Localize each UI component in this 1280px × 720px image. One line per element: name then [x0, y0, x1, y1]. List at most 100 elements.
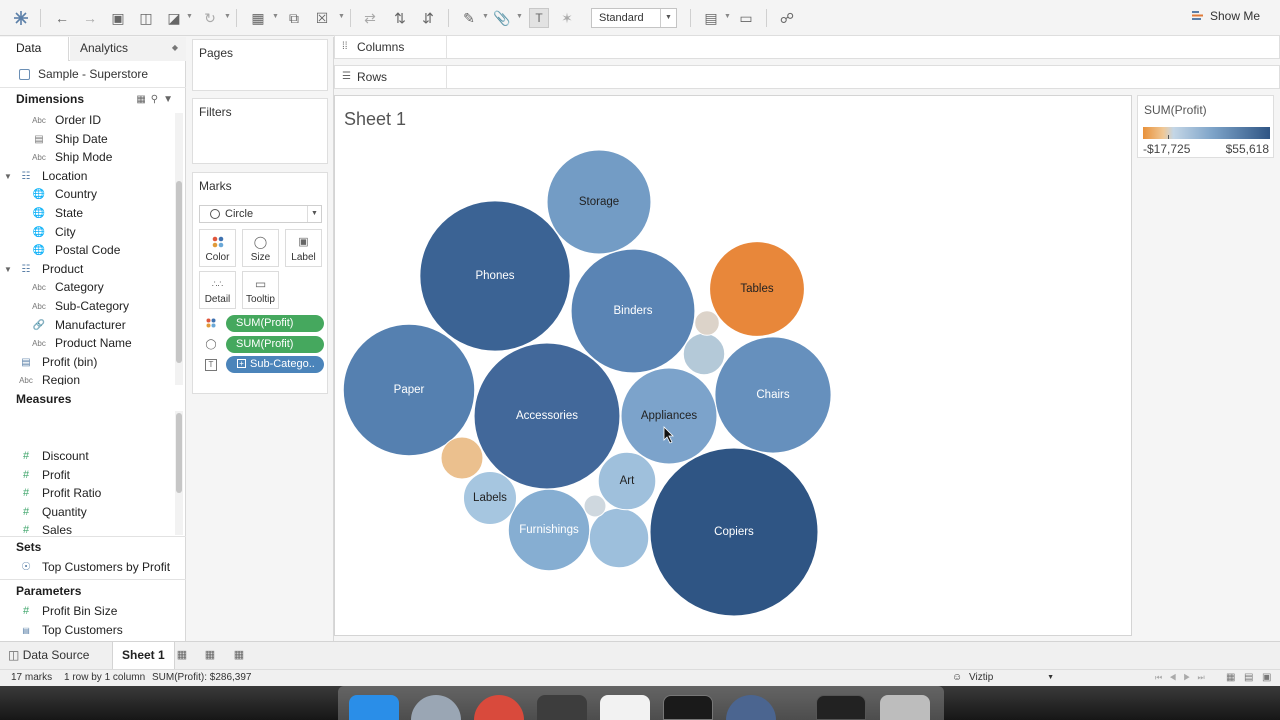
sort-ascending-icon[interactable]: ⇅	[390, 8, 410, 28]
rows-shelf[interactable]: ☰ Rows	[334, 65, 1280, 89]
worksheet-canvas[interactable]: Sheet 1 Copiers Phones Accessories Paper Bin…	[334, 95, 1132, 636]
measure-field[interactable]: # Quantity	[0, 503, 172, 522]
dimension-field[interactable]: 🌐 City	[0, 223, 172, 242]
new-story-icon[interactable]: ▦	[232, 648, 246, 662]
tableau-app-icon[interactable]	[600, 695, 650, 720]
dimensions-scrollbar[interactable]	[175, 113, 183, 385]
dimension-field[interactable]: ▼ ☷ Location	[0, 167, 172, 186]
sort-descending-icon[interactable]: ⇵	[418, 8, 438, 28]
detail-label: Detail	[204, 294, 231, 305]
chevron-down-icon[interactable]: ▼	[516, 13, 523, 20]
tooltip-label: Tooltip	[246, 294, 275, 305]
chevron-down-icon[interactable]: ▼	[272, 13, 279, 20]
show-me-icon[interactable]	[1192, 11, 1204, 23]
color-legend[interactable]: SUM(Profit) -$17,725 $55,618	[1137, 95, 1274, 158]
undo-icon[interactable]: ←	[52, 8, 72, 28]
new-dashboard-icon[interactable]: ▦	[203, 648, 217, 662]
fix-axes-icon[interactable]: ✶	[557, 8, 577, 28]
parameter-item[interactable]: ▤ Top Customers	[0, 621, 172, 640]
measures-scrollbar[interactable]	[175, 411, 183, 535]
size-button[interactable]: ◯ Size	[242, 229, 279, 267]
refresh-icon[interactable]: ↻	[200, 8, 220, 28]
dimension-field[interactable]: Abc Order ID	[0, 111, 172, 130]
bubble-chart[interactable]: Copiers Phones Accessories Paper Binders Chai…	[335, 96, 1133, 637]
trash-icon[interactable]	[880, 695, 930, 720]
new-worksheet-icon[interactable]: ▦	[175, 648, 189, 662]
profit-size-pill[interactable]: SUM(Profit)	[226, 336, 324, 353]
dimension-field[interactable]: 🌐 State	[0, 204, 172, 223]
show-me-button[interactable]: Show Me	[1210, 9, 1260, 23]
tab-sheet-1[interactable]: Sheet 1	[112, 642, 175, 669]
measure-field[interactable]: # Discount	[0, 447, 172, 466]
dimension-field[interactable]: ▼ ☷ Product	[0, 260, 172, 279]
tab-data-source[interactable]: ◫ Data Source	[8, 642, 89, 669]
bubble-machines[interactable]	[682, 332, 726, 376]
chevron-down-icon[interactable]: ▼	[224, 13, 231, 20]
new-worksheet-icon[interactable]: ▦	[248, 8, 268, 28]
dimension-field[interactable]: 🔗 Manufacturer	[0, 316, 172, 335]
pages-card[interactable]: Pages	[192, 39, 328, 91]
screen-app-icon[interactable]	[816, 695, 866, 720]
bubble-fasteners[interactable]	[583, 494, 607, 518]
dimension-field[interactable]: ▤ Profit (bin)	[0, 353, 172, 372]
dimension-field[interactable]: Abc Product Name	[0, 334, 172, 353]
dimension-field[interactable]: Abc Category	[0, 278, 172, 297]
measure-field[interactable]: # Profit Ratio	[0, 484, 172, 503]
bubble-bookcases[interactable]	[440, 436, 484, 480]
save-icon[interactable]: ▣	[108, 8, 128, 28]
terminal-icon[interactable]	[663, 695, 713, 720]
dimension-field[interactable]: Abc Sub-Category	[0, 297, 172, 316]
dimension-field[interactable]: Abc Region	[0, 371, 172, 385]
tooltip-button[interactable]: ▭ Tooltip	[242, 271, 279, 309]
set-item[interactable]: ☉ Top Customers by Profit	[0, 558, 172, 577]
show-mark-labels-icon[interactable]: T	[529, 8, 549, 28]
show-cards-icon[interactable]: ▤	[701, 8, 721, 28]
chevron-down-icon[interactable]: ▼	[724, 13, 731, 20]
parameter-item[interactable]: # Profit Bin Size	[0, 602, 172, 621]
group-icon[interactable]: 📎	[492, 8, 512, 28]
sheet-navigation[interactable]: ⏮◀▶⏭	[1155, 670, 1212, 686]
profit-color-pill[interactable]: SUM(Profit)	[226, 315, 324, 332]
tabs-view-icon[interactable]: ▣	[1262, 670, 1271, 686]
share-icon[interactable]: ☍	[777, 8, 797, 28]
columns-shelf[interactable]: ⁞⁞ Columns	[334, 35, 1280, 59]
subcategory-label-pill[interactable]: + Sub-Catego..	[226, 356, 324, 373]
filters-card[interactable]: Filters	[192, 98, 328, 164]
chevron-down-icon[interactable]: ▼	[186, 13, 193, 20]
bubble-envelopes[interactable]	[588, 507, 650, 569]
bubble-supplies[interactable]	[694, 310, 720, 336]
scrollbar-thumb[interactable]	[176, 413, 182, 493]
measure-field[interactable]: # Sales	[0, 521, 172, 535]
label-button[interactable]: ▣ Label	[285, 229, 322, 267]
highlight-icon[interactable]: ✎	[459, 8, 479, 28]
tableau-logo-icon[interactable]	[11, 8, 31, 28]
detail-button[interactable]: ∴∴ Detail	[199, 271, 236, 309]
clear-sheet-icon[interactable]: ☒	[312, 8, 332, 28]
fit-select[interactable]: Standard ▼	[591, 8, 677, 28]
dimension-label: Profit (bin)	[42, 354, 98, 369]
sublime-text-icon[interactable]	[537, 695, 587, 720]
dimension-field[interactable]: Abc Ship Mode	[0, 148, 172, 167]
presentation-mode-icon[interactable]: ▭	[736, 8, 756, 28]
new-datasource-icon[interactable]: ◫	[136, 8, 156, 28]
redo-icon[interactable]: →	[80, 8, 100, 28]
chevron-down-icon[interactable]: ▼	[4, 167, 12, 186]
dimension-field[interactable]: 🌐 Postal Code	[0, 241, 172, 260]
scrollbar-thumb[interactable]	[176, 181, 182, 363]
mark-type-select[interactable]: Circle ▼	[199, 205, 322, 223]
filmstrip-icon[interactable]: ▤	[1244, 670, 1253, 686]
measure-field[interactable]: # Profit	[0, 466, 172, 485]
chevron-down-icon[interactable]: ▼	[4, 260, 12, 279]
user-select[interactable]: ☺ Viztip ▼	[948, 670, 1058, 686]
chevron-down-icon[interactable]: ▼	[338, 13, 345, 20]
color-button[interactable]: Color	[199, 229, 236, 267]
finder-icon[interactable]	[349, 695, 399, 720]
dimension-field[interactable]: 🌐 Country	[0, 185, 172, 204]
expand-icon[interactable]: +	[237, 359, 246, 368]
dimension-field[interactable]: ▤ Ship Date	[0, 130, 172, 149]
grid-view-icon[interactable]: ▦	[1226, 670, 1235, 686]
duplicate-sheet-icon[interactable]: ⧉	[284, 8, 304, 28]
pause-updates-icon[interactable]: ◪	[164, 8, 184, 28]
swap-icon[interactable]: ⇄	[360, 8, 380, 28]
chevron-down-icon[interactable]: ▼	[482, 13, 489, 20]
